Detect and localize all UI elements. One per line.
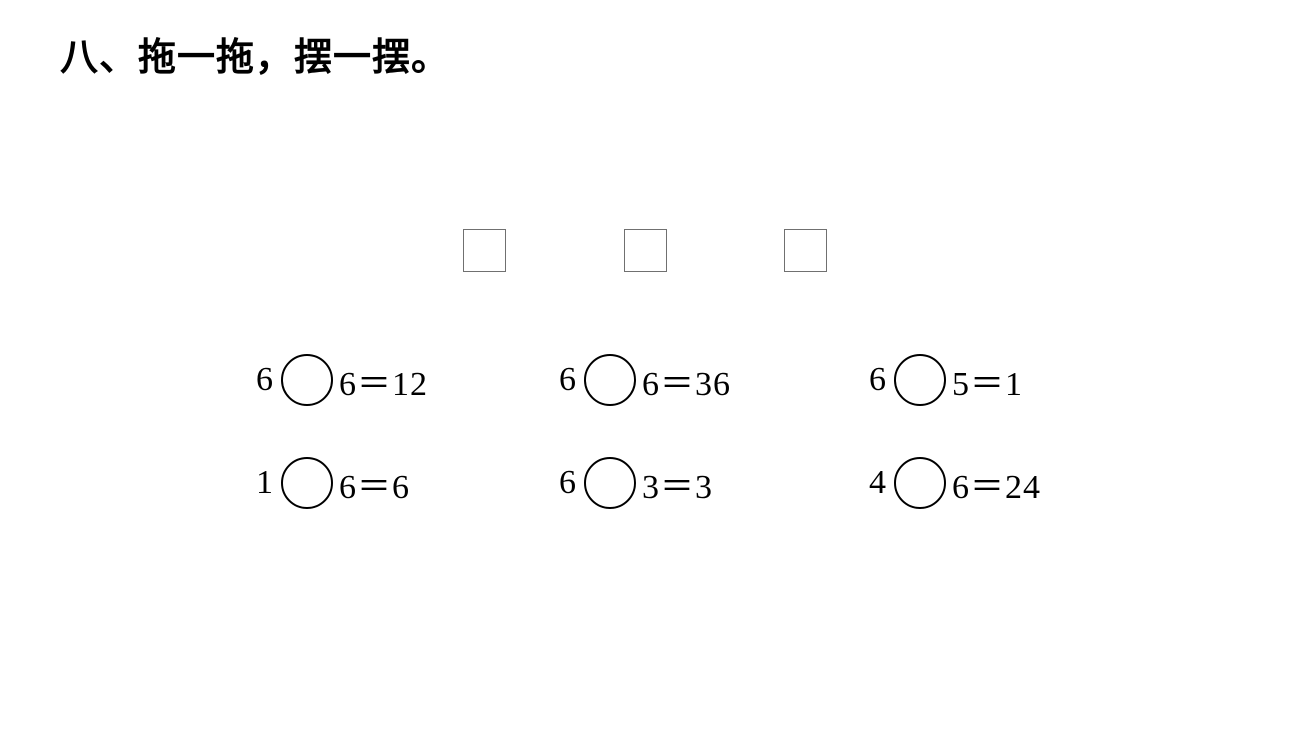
equation-6: 4 6＝24 xyxy=(869,455,1041,511)
operator-drop-circle[interactable] xyxy=(584,354,636,406)
equation-right-part: 6＝36 xyxy=(642,365,731,403)
equation-right-part: 6＝12 xyxy=(339,365,428,403)
equation-left-operand: 6 xyxy=(256,361,273,398)
equation-right-part: 5＝1 xyxy=(952,365,1023,403)
operator-drop-circle[interactable] xyxy=(281,457,333,509)
equation-left-operand: 6 xyxy=(559,361,576,398)
equation-5: 6 3＝3 xyxy=(559,455,713,511)
equation-4: 1 6＝6 xyxy=(256,455,410,511)
equation-left-operand: 6 xyxy=(559,464,576,501)
drag-source-box-1[interactable] xyxy=(463,229,506,272)
equation-left-operand: 4 xyxy=(869,464,886,501)
equation-right-part: 3＝3 xyxy=(642,468,713,506)
operator-drop-circle[interactable] xyxy=(281,354,333,406)
equation-left-operand: 6 xyxy=(869,361,886,398)
drag-source-box-2[interactable] xyxy=(624,229,667,272)
equation-1: 6 6＝12 xyxy=(256,352,428,408)
equation-right-part: 6＝6 xyxy=(339,468,410,506)
operator-drop-circle[interactable] xyxy=(894,457,946,509)
equation-2: 6 6＝36 xyxy=(559,352,731,408)
operator-drop-circle[interactable] xyxy=(894,354,946,406)
equation-left-operand: 1 xyxy=(256,464,273,501)
drag-source-box-3[interactable] xyxy=(784,229,827,272)
equation-right-part: 6＝24 xyxy=(952,468,1041,506)
question-title: 八、拖一拖，摆一摆。 xyxy=(60,35,451,79)
equation-3: 6 5＝1 xyxy=(869,352,1023,408)
operator-drop-circle[interactable] xyxy=(584,457,636,509)
